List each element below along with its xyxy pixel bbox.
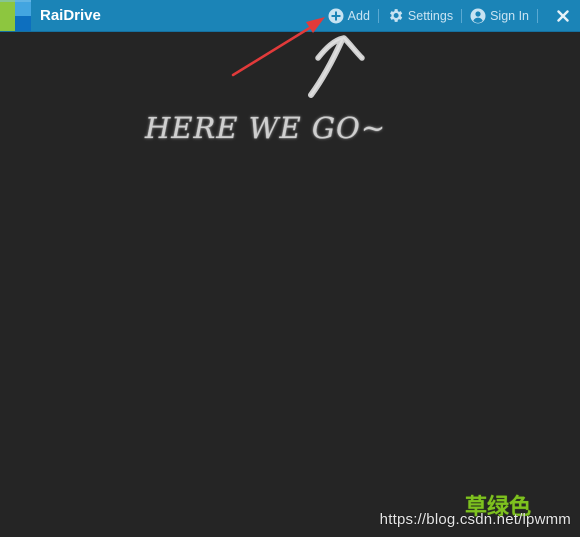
raidrive-window: RaiDrive Add Settings Sign In HERE WE GO…	[0, 0, 580, 537]
here-we-go-annotation: HERE WE GO~	[145, 111, 387, 145]
chalk-arrow-annotation	[308, 35, 365, 98]
watermark-url: https://blog.csdn.net/lpwmm	[379, 511, 571, 528]
